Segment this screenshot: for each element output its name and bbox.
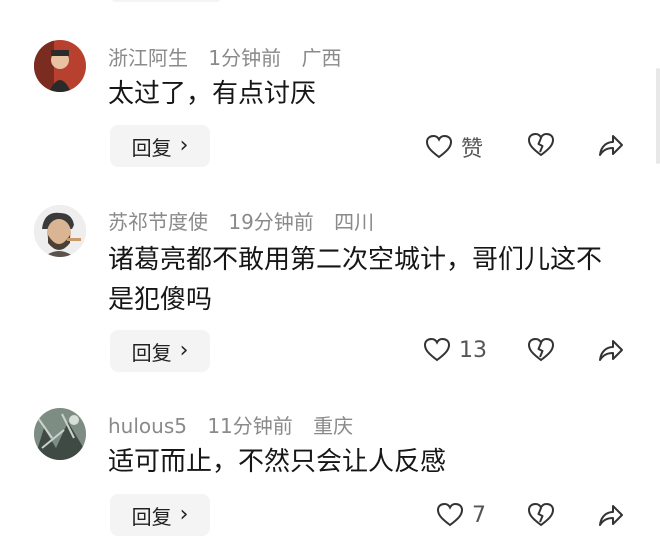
comment-text: 诸葛亮都不敢用第二次空城计，哥们儿这不是犯傻吗 [108, 245, 603, 315]
heart-icon [436, 502, 464, 527]
location: 四川 [334, 210, 375, 234]
scrollbar[interactable] [656, 68, 660, 164]
share-arrow-icon [599, 505, 623, 526]
avatar[interactable] [34, 40, 86, 92]
like-count: 7 [472, 502, 486, 528]
avatar[interactable] [34, 205, 86, 257]
username[interactable]: 浙江阿生 [108, 46, 188, 70]
reply-button[interactable]: 回复 › [110, 494, 210, 536]
like-count: 13 [459, 337, 487, 363]
avatar[interactable] [34, 408, 86, 460]
person-photo-avatar [34, 40, 86, 92]
share-button[interactable] [597, 337, 625, 363]
dislike-button[interactable] [527, 131, 555, 159]
like-button[interactable]: 13 [423, 336, 487, 364]
reply-button[interactable]: 回复 › [110, 330, 210, 372]
heart-icon [425, 134, 453, 159]
comment-text: 适可而止，不然只会让人反感 [108, 447, 447, 477]
username[interactable]: hulous5 [108, 414, 187, 438]
scenery-photo-avatar [34, 408, 86, 460]
previous-reply-button-edge [110, 0, 222, 2]
reply-label: 回复 [131, 340, 172, 365]
timestamp: 1分钟前 [208, 46, 282, 70]
timestamp: 11分钟前 [207, 414, 293, 438]
username[interactable]: 苏祁节度使 [108, 210, 208, 234]
comment-meta: hulous5 11分钟前 重庆 [108, 410, 367, 439]
comment-meta: 苏祁节度使 19分钟前 四川 [108, 206, 388, 235]
comment-text: 太过了，有点讨厌 [108, 79, 317, 109]
broken-heart-icon [527, 337, 555, 362]
share-arrow-icon [599, 340, 623, 361]
share-button[interactable] [597, 132, 625, 158]
share-button[interactable] [597, 502, 625, 528]
comment-meta: 浙江阿生 1分钟前 广西 [108, 42, 355, 71]
broken-heart-icon [527, 132, 555, 157]
chevron-right-icon: › [179, 338, 189, 363]
dislike-button[interactable] [527, 336, 555, 364]
chevron-right-icon: › [179, 502, 189, 527]
chevron-right-icon: › [179, 133, 189, 158]
reply-label: 回复 [131, 135, 172, 160]
broken-heart-icon [527, 502, 555, 527]
like-button[interactable]: 赞 [425, 131, 483, 163]
dislike-button[interactable] [527, 501, 555, 529]
reply-button[interactable]: 回复 › [110, 125, 210, 167]
like-count: 赞 [461, 137, 484, 162]
share-arrow-icon [599, 135, 623, 156]
smoking-man-avatar [34, 205, 86, 257]
reply-label: 回复 [131, 504, 172, 529]
like-button[interactable]: 7 [436, 501, 486, 529]
timestamp: 19分钟前 [228, 210, 314, 234]
location: 重庆 [313, 414, 354, 438]
heart-icon [423, 337, 451, 362]
location: 广西 [301, 46, 342, 70]
